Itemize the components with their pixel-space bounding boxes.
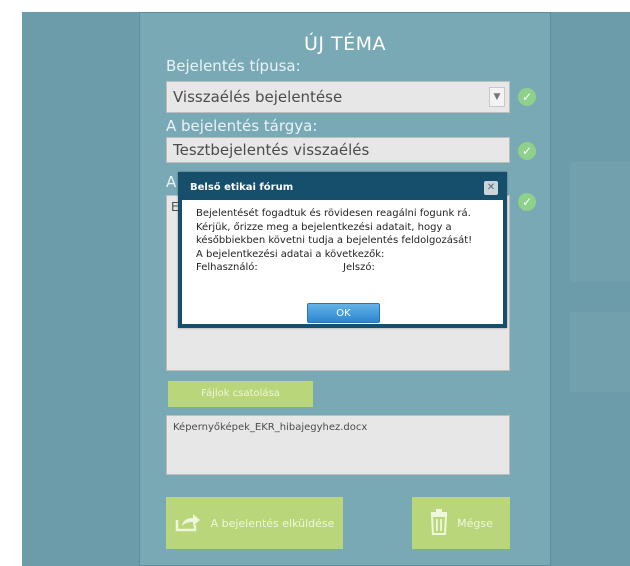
- dialog-message-line: Kérjük, őrizze meg a bejelentkezési adat…: [196, 221, 452, 233]
- confirmation-dialog: Belső etikai fórum ✕ Bejelentését fogadt…: [178, 172, 507, 328]
- chevron-down-icon[interactable]: ▼: [489, 87, 505, 107]
- dialog-message-line: A bejelentkezési adatai a következők:: [196, 248, 385, 260]
- cancel-label: Mégse: [457, 516, 493, 530]
- submit-report-button[interactable]: A bejelentés elküldése: [166, 497, 343, 549]
- check-icon: ✓: [518, 142, 536, 160]
- attach-files-button[interactable]: Fájlok csatolása: [168, 381, 313, 407]
- share-icon: [175, 512, 201, 535]
- ok-button[interactable]: OK: [307, 303, 380, 323]
- dialog-message-line: Bejelentését fogadtuk és rövidesen reagá…: [196, 208, 471, 219]
- attached-file-item[interactable]: Képernyőképek_EKR_hibajegyhez.docx: [173, 422, 367, 433]
- report-text-label: A: [166, 173, 177, 191]
- check-icon: ✓: [518, 88, 536, 106]
- password-label: Jelszó:: [343, 262, 375, 273]
- cancel-button[interactable]: Mégse: [412, 497, 510, 549]
- report-type-select[interactable]: Visszaélés bejelentése ▼: [166, 81, 510, 113]
- report-type-label: Bejelentés típusa:: [166, 57, 301, 75]
- report-subject-input[interactable]: Tesztbejelentés visszaélés: [166, 137, 510, 163]
- trash-icon: [429, 508, 449, 538]
- report-subject-label: A bejelentés tárgya:: [166, 117, 318, 135]
- submit-report-label: A bejelentés elküldése: [210, 516, 335, 530]
- username-label: Felhasználó:: [196, 262, 258, 273]
- dialog-title: Belső etikai fórum: [182, 176, 503, 200]
- dialog-message: Bejelentését fogadtuk és rövidesen reagá…: [196, 207, 495, 275]
- dialog-message-line: későbbiekben követni tudja a bejelentés …: [196, 235, 473, 246]
- background-decoration: [570, 312, 630, 392]
- attached-files-list: Képernyőképek_EKR_hibajegyhez.docx: [166, 415, 510, 475]
- report-type-value: Visszaélés bejelentése: [173, 88, 343, 106]
- check-icon: ✓: [518, 193, 536, 211]
- credentials-row: Felhasználó: Jelszó:: [196, 261, 495, 275]
- background-decoration: [570, 162, 630, 282]
- close-icon[interactable]: ✕: [484, 181, 498, 195]
- page-title: ÚJ TÉMA: [303, 33, 387, 55]
